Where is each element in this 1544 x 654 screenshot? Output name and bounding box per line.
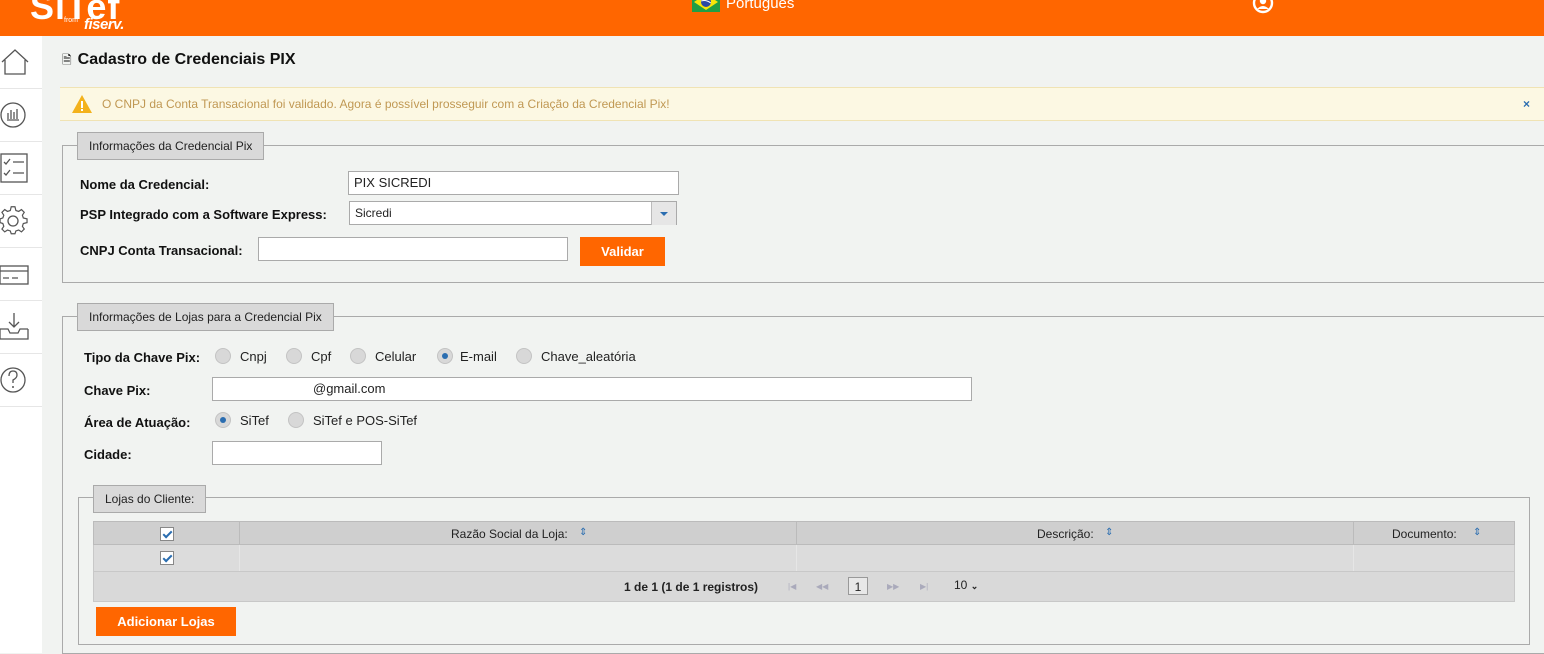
column-razao-social-label[interactable]: Razão Social da Loja: [451, 527, 568, 541]
row-select-cell[interactable] [94, 545, 240, 571]
cell-documento [1354, 545, 1516, 571]
sort-icon[interactable]: ⇕ [1105, 527, 1113, 538]
header-select-all[interactable] [94, 522, 240, 544]
area-atuacao-label: Área de Atuação: [84, 415, 191, 430]
column-razao-social[interactable]: Razão Social da Loja: ⇕ [240, 522, 797, 544]
brazil-flag-icon[interactable] [692, 0, 720, 12]
help-icon [0, 367, 26, 393]
adicionar-lojas-button[interactable]: Adicionar Lojas [96, 607, 236, 636]
radio-cpf[interactable] [286, 348, 302, 364]
close-icon[interactable]: × [1523, 97, 1530, 111]
sidebar-item-help[interactable] [0, 354, 42, 407]
column-descricao[interactable]: Descrição: ⇕ [797, 522, 1354, 544]
table-row[interactable] [93, 545, 1515, 572]
last-page-icon[interactable]: ▶| [920, 582, 928, 591]
table-header: Razão Social da Loja: ⇕ Descrição: ⇕ Doc… [93, 521, 1515, 545]
radio-email-label[interactable]: E-mail [460, 349, 497, 364]
radio-cnpj-label[interactable]: Cnpj [240, 349, 267, 364]
success-alert: O CNPJ da Conta Transacional foi validad… [60, 87, 1544, 121]
column-documento-label[interactable]: Documento: [1392, 527, 1457, 541]
prev-page-icon[interactable]: ◀◀ [816, 582, 828, 591]
chave-pix-label: Chave Pix: [84, 383, 151, 398]
column-documento[interactable]: Documento: ⇕ [1354, 522, 1516, 544]
pagination-bar: 1 de 1 (1 de 1 registros) |◀ ◀◀ 1 ▶▶ ▶| … [93, 572, 1515, 602]
language-selector[interactable]: Português [726, 0, 794, 12]
sidebar-item-downloads[interactable] [0, 301, 42, 354]
warning-icon [72, 95, 92, 113]
sort-icon[interactable]: ⇕ [1473, 527, 1481, 538]
radio-celular[interactable] [350, 348, 366, 364]
current-page[interactable]: 1 [848, 577, 868, 595]
psp-selected-value: Sicredi [355, 206, 392, 220]
alert-message: O CNPJ da Conta Transacional foi validad… [102, 97, 670, 111]
validar-button[interactable]: Validar [580, 237, 665, 266]
radio-sitef-pos[interactable] [288, 412, 304, 428]
select-all-checkbox[interactable] [160, 527, 174, 541]
home-icon [1, 49, 29, 75]
checklist-icon [0, 153, 28, 183]
clientes-legend: Lojas do Cliente: [93, 485, 207, 513]
next-page-icon[interactable]: ▶▶ [887, 582, 899, 591]
radio-chave-aleatoria-label[interactable]: Chave_aleatória [541, 349, 636, 364]
cidade-label: Cidade: [84, 447, 132, 462]
pager-summary: 1 de 1 (1 de 1 registros) [624, 580, 759, 594]
inbox-download-icon [0, 313, 29, 340]
radio-celular-label[interactable]: Celular [375, 349, 416, 364]
sidebar-item-cards[interactable] [0, 248, 42, 301]
cnpj-label: CNPJ Conta Transacional: [80, 243, 243, 258]
user-icon[interactable] [1252, 0, 1274, 14]
cidade-input[interactable] [212, 441, 382, 465]
chart-icon [0, 102, 26, 128]
fiserv-logo: fiserv. [84, 16, 124, 33]
top-bar: SiTef from fiserv. Português [0, 0, 1544, 36]
sidebar-item-reports[interactable] [0, 89, 42, 142]
psp-select[interactable]: Sicredi [349, 201, 677, 225]
sort-icon[interactable]: ⇕ [579, 527, 587, 538]
cell-descricao [797, 545, 1354, 571]
lojas-legend: Informações de Lojas para a Credencial P… [77, 303, 334, 331]
radio-chave-aleatoria[interactable] [516, 348, 532, 364]
credencial-legend: Informações da Credencial Pix [77, 132, 265, 160]
page-size-value: 10 [954, 578, 968, 592]
chevron-down-icon[interactable] [651, 202, 676, 225]
chave-pix-input[interactable]: @gmail.com [212, 377, 972, 401]
column-descricao-label[interactable]: Descrição: [1037, 527, 1094, 541]
row-checkbox[interactable] [160, 551, 174, 565]
sidebar-item-tasks[interactable] [0, 142, 42, 195]
first-page-icon[interactable]: |◀ [788, 582, 796, 591]
logo-from-text: from [64, 17, 78, 24]
page-title: 🗎 Cadastro de Credenciais PIX [62, 51, 296, 72]
sidebar-item-settings[interactable] [0, 195, 42, 248]
chevron-down-icon: ⌄ [970, 581, 979, 591]
page-title-text: Cadastro de Credenciais PIX [77, 51, 296, 68]
gear-icon [0, 206, 28, 235]
cnpj-input[interactable] [258, 237, 568, 261]
nome-credencial-input[interactable]: PIX SICREDI [348, 171, 679, 195]
radio-sitef-label[interactable]: SiTef [240, 413, 269, 428]
card-icon [0, 265, 29, 285]
document-icon: 🗎 [62, 53, 72, 67]
radio-email[interactable] [437, 348, 453, 364]
radio-cpf-label[interactable]: Cpf [311, 349, 331, 364]
radio-sitef-pos-label[interactable]: SiTef e POS-SiTef [313, 413, 417, 428]
page-size-select[interactable]: 10 ⌄ [954, 578, 978, 592]
sidebar-item-home[interactable] [0, 36, 42, 89]
nome-credencial-label: Nome da Credencial: [80, 177, 210, 192]
sidebar [0, 36, 42, 653]
radio-cnpj[interactable] [215, 348, 231, 364]
tipo-chave-label: Tipo da Chave Pix: [84, 350, 201, 365]
cell-razao-social [240, 545, 797, 571]
psp-label: PSP Integrado com a Software Express: [80, 207, 327, 222]
radio-sitef[interactable] [215, 412, 231, 428]
